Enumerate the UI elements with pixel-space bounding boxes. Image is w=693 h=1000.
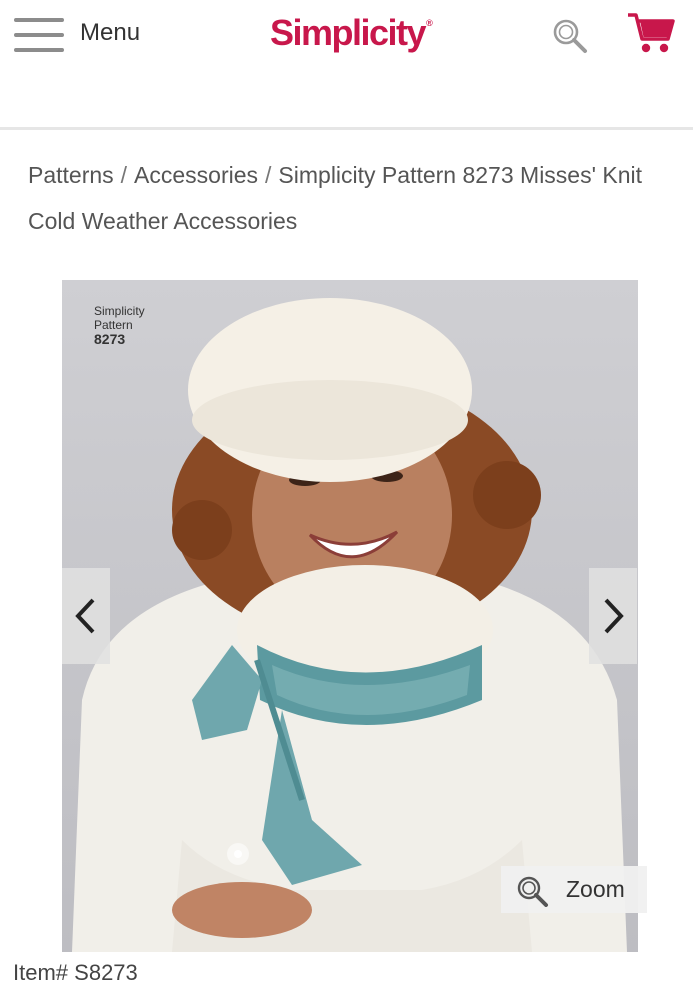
breadcrumb-separator: /: [265, 162, 272, 188]
site-header: Menu Simplicity®: [0, 0, 693, 130]
search-icon: [553, 19, 587, 53]
pattern-label: Simplicity Pattern 8273: [94, 304, 145, 346]
product-image[interactable]: Simplicity Pattern 8273: [62, 280, 638, 952]
breadcrumb-separator: /: [120, 162, 128, 188]
chevron-right-icon: [604, 598, 624, 634]
next-image-button[interactable]: [589, 568, 637, 664]
model-photo: [62, 280, 638, 952]
pattern-label-brand: Simplicity: [94, 304, 145, 318]
pattern-label-number: 8273: [94, 331, 126, 347]
simplicity-logo[interactable]: Simplicity®: [270, 12, 433, 54]
breadcrumb-accessories[interactable]: Accessories: [134, 162, 258, 188]
zoom-button[interactable]: Zoom: [501, 866, 647, 913]
pattern-label-type: Pattern: [94, 318, 133, 332]
cart-icon: [628, 13, 675, 53]
menu-label[interactable]: Menu: [80, 19, 140, 47]
zoom-icon: [517, 876, 548, 907]
header-divider: [0, 127, 693, 130]
search-button[interactable]: [550, 16, 590, 56]
item-number-value: S8273: [74, 960, 138, 985]
item-number-label: Item#: [13, 960, 69, 985]
logo-text: Simplicity: [270, 12, 427, 53]
carousel-dot[interactable]: [227, 843, 249, 865]
breadcrumb: Patterns / Accessories / Simplicity Pattern …: [28, 152, 688, 244]
zoom-label: Zoom: [566, 876, 625, 902]
hamburger-icon[interactable]: [14, 16, 64, 54]
chevron-left-icon: [75, 598, 95, 634]
previous-image-button[interactable]: [62, 568, 110, 664]
breadcrumb-patterns[interactable]: Patterns: [28, 162, 114, 188]
cart-button[interactable]: [626, 11, 676, 55]
registered-mark: ®: [426, 18, 433, 28]
item-number: Item# S8273: [13, 960, 138, 986]
